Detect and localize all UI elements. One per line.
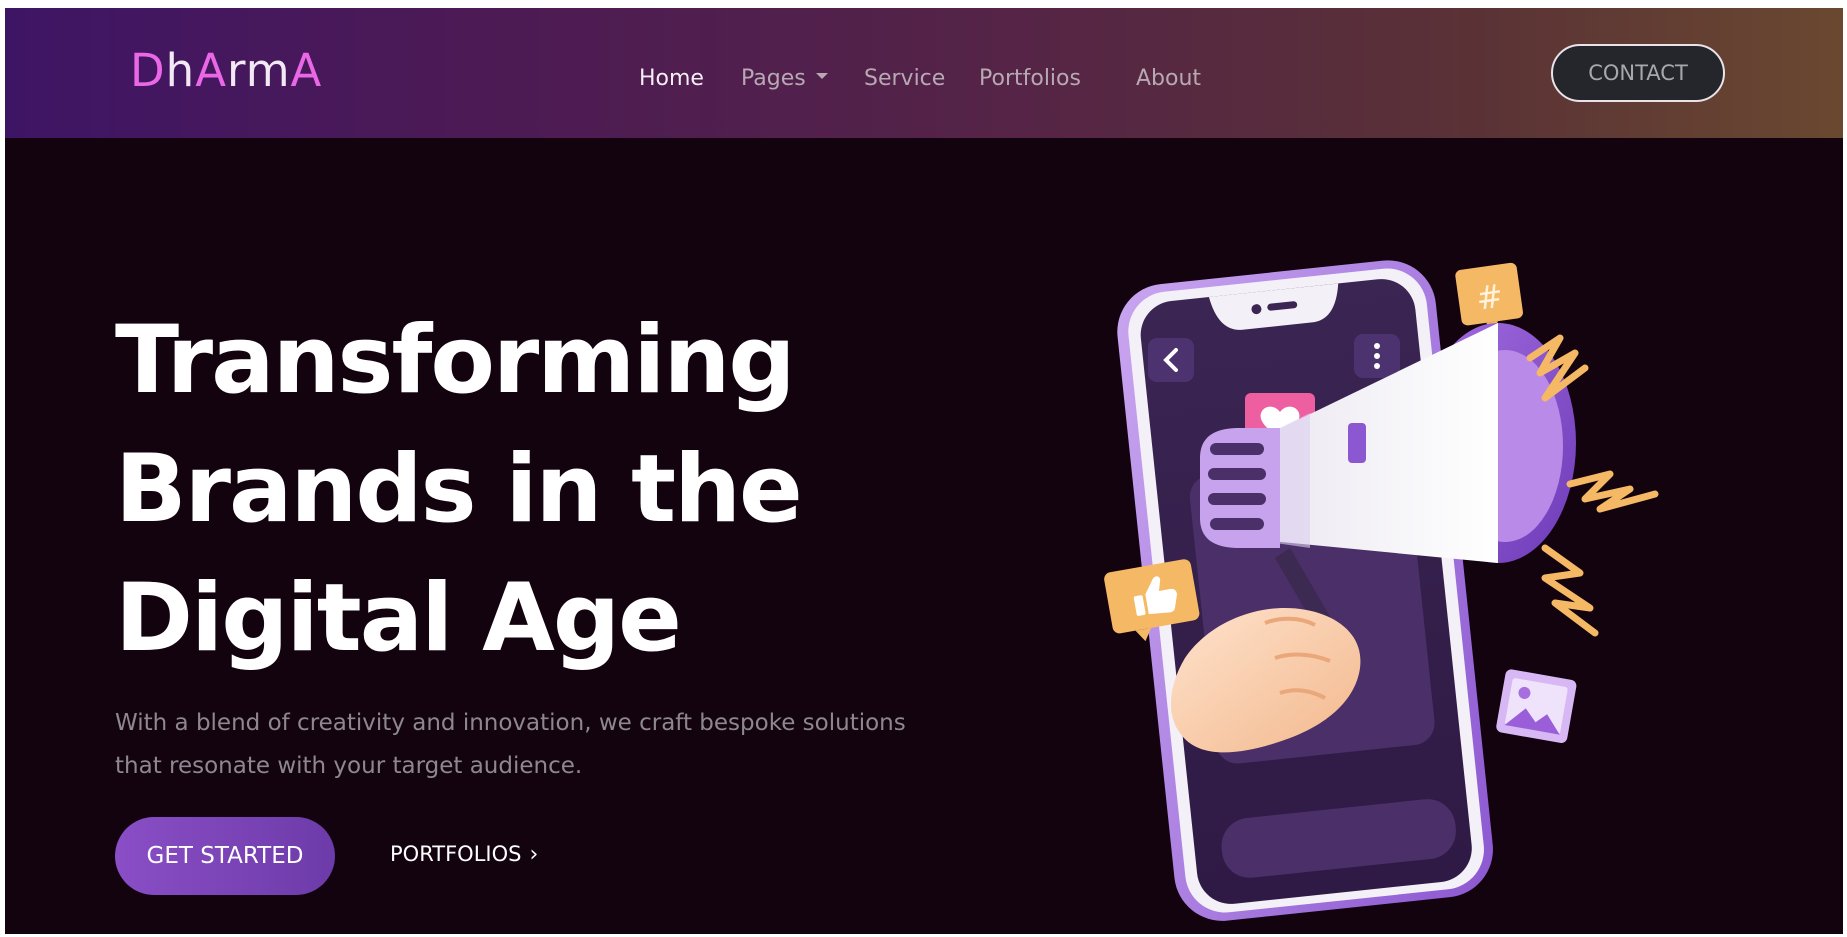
get-started-button[interactable]: GET STARTED	[115, 817, 335, 895]
hero-title-line: Transforming	[115, 306, 796, 415]
page-frame: DhArmA Home Pages Service Portfolios Abo…	[5, 8, 1843, 934]
hero-title-line: Digital Age	[115, 564, 682, 673]
back-arrow-icon	[1148, 338, 1194, 382]
hero-subtitle-line: With a blend of creativity and innovatio…	[115, 710, 906, 736]
portfolios-link[interactable]: PORTFOLIOS ›	[390, 842, 538, 867]
hero-title: Transforming Brands in the Digital Age	[115, 296, 835, 683]
contact-button[interactable]: CONTACT	[1551, 44, 1725, 102]
hero-illustration: #	[1104, 260, 1659, 921]
hashtag-symbol: #	[1474, 276, 1506, 317]
chevron-right-icon: ›	[529, 842, 539, 867]
hero-title-line: Brands in the	[115, 435, 803, 544]
nav-item-portfolios[interactable]: Portfolios	[979, 66, 1081, 91]
nav-item-about[interactable]: About	[1136, 66, 1201, 91]
caret-down-icon	[815, 73, 828, 79]
hero-subtitle-line: that resonate with your target audience.	[115, 753, 583, 779]
nav-item-home[interactable]: Home	[639, 66, 704, 91]
hero-subtitle: With a blend of creativity and innovatio…	[115, 702, 915, 788]
portfolios-link-label: PORTFOLIOS	[390, 842, 522, 866]
nav-item-pages[interactable]: Pages	[741, 66, 828, 91]
nav-item-service[interactable]: Service	[864, 66, 945, 91]
more-vertical-icon	[1354, 334, 1400, 378]
image-icon	[1496, 669, 1577, 744]
nav-item-pages-label: Pages	[741, 66, 806, 91]
navbar: DhArmA Home Pages Service Portfolios Abo…	[5, 8, 1843, 138]
